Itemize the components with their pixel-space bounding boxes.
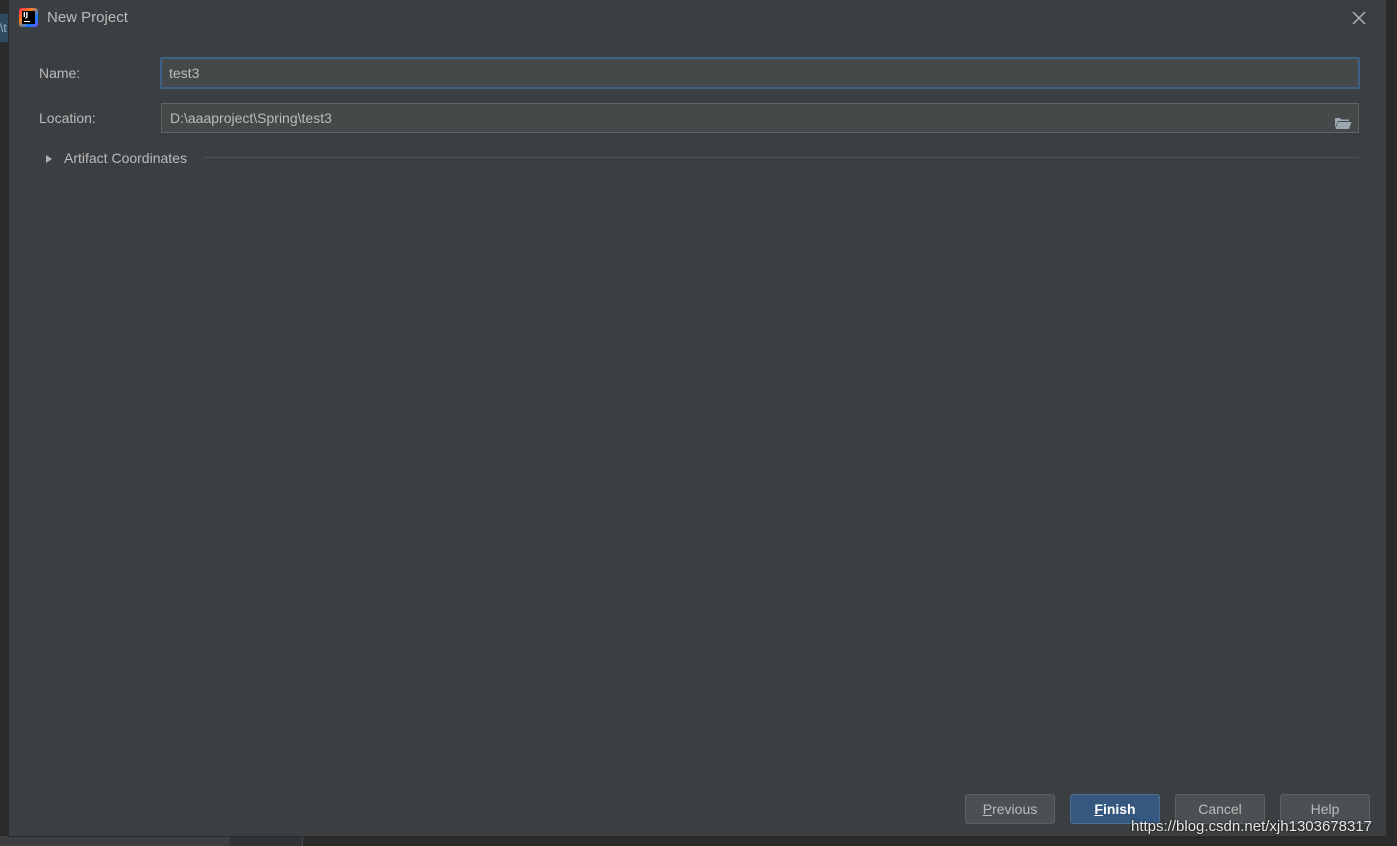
artifact-coordinates-toggle[interactable]: Artifact Coordinates — [39, 148, 1359, 170]
name-label: Name: — [39, 65, 81, 81]
close-icon[interactable] — [1350, 9, 1368, 27]
background-editor-tab: \t — [0, 14, 9, 42]
previous-button[interactable]: Previous — [965, 794, 1055, 824]
location-value: D:\aaaproject\Spring\test3 — [170, 110, 332, 126]
previous-label: revious — [992, 801, 1038, 817]
artifact-coordinates-label: Artifact Coordinates — [64, 150, 187, 166]
intellij-idea-icon: IJ — [19, 8, 38, 27]
section-divider — [204, 157, 1359, 158]
dialog-titlebar: IJ New Project — [9, 0, 1386, 36]
location-field[interactable]: D:\aaaproject\Spring\test3 — [161, 103, 1359, 133]
new-project-dialog: IJ New Project Name: test3 Location: D:\… — [9, 0, 1386, 836]
previous-mnemonic: P — [982, 801, 993, 817]
background-ide-right — [1386, 0, 1397, 846]
name-input[interactable]: test3 — [160, 57, 1360, 89]
finish-mnemonic: F — [1094, 801, 1103, 817]
finish-label: inish — [1102, 801, 1136, 817]
dialog-title: New Project — [47, 9, 128, 26]
triangle-right-icon — [45, 152, 53, 164]
background-ide-bottom-gutter — [230, 836, 303, 846]
folder-open-icon[interactable] — [1334, 111, 1352, 129]
location-label: Location: — [39, 110, 96, 126]
background-ide-left — [0, 0, 9, 846]
background-ide-bottom-panel — [0, 836, 230, 846]
watermark-url: https://blog.csdn.net/xjh1303678317 — [1131, 818, 1373, 835]
